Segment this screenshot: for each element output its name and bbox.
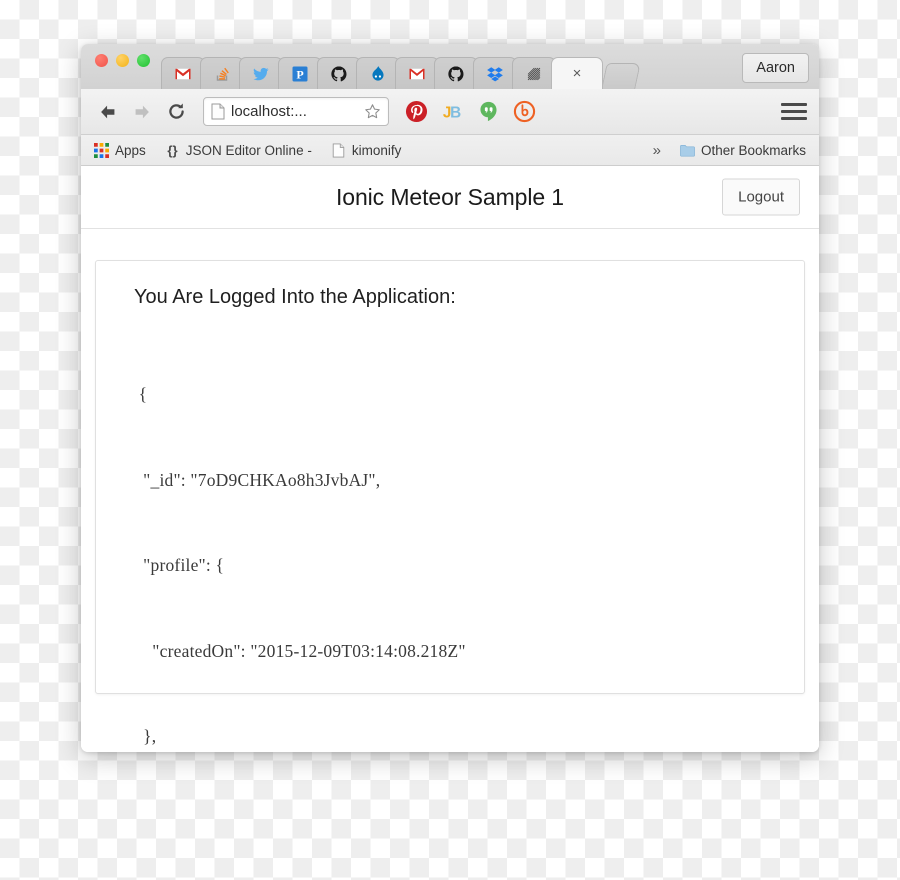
forward-button[interactable] xyxy=(127,97,157,127)
page-title: Ionic Meteor Sample 1 xyxy=(335,183,564,210)
user-json-output: { "_id": "7oD9CHKAo8h3JvbAJ", "profile":… xyxy=(134,323,804,752)
bookmarks-bar: Apps {} JSON Editor Online - kimonify » … xyxy=(81,135,819,166)
json-line: "_id": "7oD9CHKAo8h3JvbAJ", xyxy=(134,469,381,490)
page-icon xyxy=(211,103,225,120)
dropbox-icon xyxy=(487,66,503,81)
content-card: You Are Logged Into the Application: { "… xyxy=(95,260,805,746)
bookmark-other-bookmarks[interactable]: Other Bookmarks xyxy=(680,143,806,158)
profile-label: Aaron xyxy=(756,60,795,76)
twitter-icon xyxy=(253,67,269,80)
bookmark-kimonify[interactable]: kimonify xyxy=(331,142,402,158)
browser-menu-button[interactable] xyxy=(781,99,807,125)
page-viewport: Ionic Meteor Sample 1 Logout You Are Log… xyxy=(81,166,819,752)
jb-icon[interactable]: J B xyxy=(441,100,464,123)
browser-window: P × Aaron localhost:... J B Apps {} JSON… xyxy=(81,44,819,752)
p-blue-icon: P xyxy=(292,66,308,81)
json-line: }, xyxy=(134,726,157,746)
browser-toolbar: localhost:... J B xyxy=(81,89,819,135)
card-heading: You Are Logged Into the Application: xyxy=(134,286,456,308)
forward-arrow-icon xyxy=(135,105,149,118)
profile-button[interactable]: Aaron xyxy=(742,53,809,83)
tab-stackoverflow[interactable] xyxy=(200,57,244,89)
github-icon xyxy=(448,65,464,81)
window-traffic-lights xyxy=(91,44,150,89)
app-header: Ionic Meteor Sample 1 Logout xyxy=(81,166,819,229)
bookmark-label: kimonify xyxy=(351,142,402,158)
page-icon xyxy=(332,142,345,158)
tab-active-localhost[interactable]: × xyxy=(551,57,603,89)
bookmark-label: Apps xyxy=(115,142,146,158)
drupal-icon xyxy=(372,65,384,81)
maximize-window-button[interactable] xyxy=(137,53,150,67)
bookmark-star-icon[interactable] xyxy=(364,103,381,120)
bookmarks-overflow-label: » xyxy=(652,141,661,159)
tab-drupal[interactable] xyxy=(356,57,400,89)
svg-text:P: P xyxy=(296,67,303,81)
folder-icon xyxy=(680,144,695,157)
extension-icons: J B xyxy=(405,100,536,123)
menu-line xyxy=(781,110,807,113)
svg-text:B: B xyxy=(450,104,461,121)
gmail-icon xyxy=(175,68,191,79)
github-icon xyxy=(331,65,347,81)
back-arrow-icon xyxy=(101,105,115,118)
tab-gmail[interactable] xyxy=(161,57,205,89)
bookmark-apps[interactable]: Apps xyxy=(94,142,146,158)
reload-button[interactable] xyxy=(161,97,191,127)
address-bar-text[interactable]: localhost:... xyxy=(231,103,358,120)
stackoverflow-icon xyxy=(216,67,229,81)
tab-twitter[interactable] xyxy=(239,57,283,89)
bitly-icon[interactable] xyxy=(513,100,536,123)
tab-pivotal[interactable]: P xyxy=(278,57,322,89)
json-line: "createdOn": "2015-12-09T03:14:08.218Z" xyxy=(134,640,466,661)
menu-line xyxy=(781,103,807,106)
logout-button[interactable]: Logout xyxy=(722,178,800,216)
bookmark-label: Other Bookmarks xyxy=(700,142,806,158)
stripes-icon xyxy=(527,67,541,80)
reload-icon xyxy=(168,103,184,119)
new-tab-button[interactable] xyxy=(601,63,641,89)
tab-github[interactable] xyxy=(317,57,361,89)
tab-list: P × xyxy=(161,44,641,89)
close-tab-icon[interactable]: × xyxy=(573,66,582,81)
minimize-window-button[interactable] xyxy=(116,53,129,67)
tab-stripes[interactable] xyxy=(512,57,556,89)
gmail-icon xyxy=(409,68,425,79)
tab-gmail-2[interactable] xyxy=(395,57,439,89)
hangouts-icon[interactable] xyxy=(477,100,500,123)
json-line: "profile": { xyxy=(134,555,225,575)
braces-icon: {} xyxy=(167,143,177,158)
tab-strip: P × Aaron xyxy=(81,44,819,89)
json-line: { xyxy=(134,384,148,404)
pinterest-icon[interactable] xyxy=(405,100,428,123)
bookmarks-overflow-button[interactable]: » xyxy=(653,142,661,159)
tab-dropbox[interactable] xyxy=(473,57,517,89)
bookmark-json-editor-online[interactable]: {} JSON Editor Online - xyxy=(165,143,312,158)
tab-github-2[interactable] xyxy=(434,57,478,89)
close-window-button[interactable] xyxy=(95,53,108,67)
bookmark-label: JSON Editor Online - xyxy=(185,142,312,158)
menu-line xyxy=(781,117,807,120)
apps-grid-icon xyxy=(94,142,109,158)
svg-text:{}: {} xyxy=(167,143,177,158)
address-bar[interactable]: localhost:... xyxy=(203,97,389,126)
back-button[interactable] xyxy=(93,97,123,127)
